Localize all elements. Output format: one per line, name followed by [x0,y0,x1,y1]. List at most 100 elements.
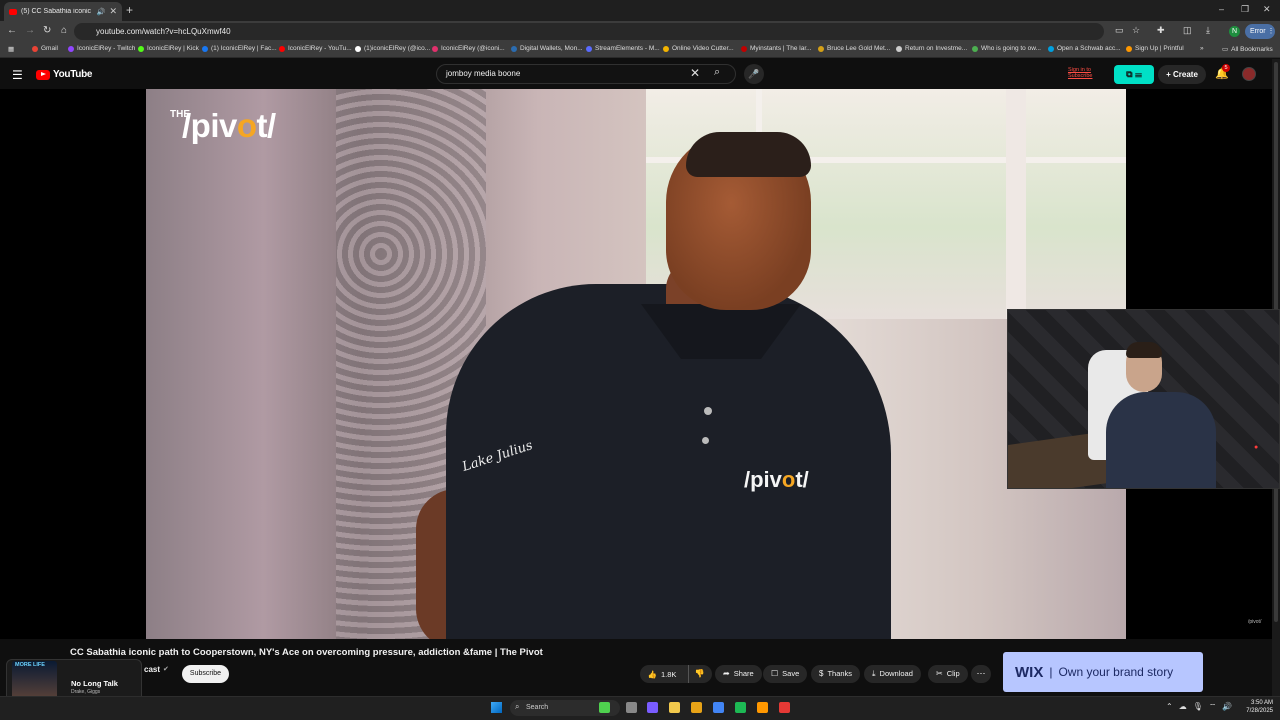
bookmark-label: Who is going to ow... [981,45,1041,52]
taskbar-app-icon[interactable] [599,702,610,713]
taskbar-app-icon[interactable] [691,702,702,713]
profile-avatar[interactable]: N [1229,26,1240,37]
split-view-icon[interactable]: ◫ [1183,25,1192,36]
action-label: Save [782,669,800,678]
back-icon[interactable]: ← [7,25,17,36]
tray-overflow-icon[interactable]: ⌃ [1166,702,1173,712]
thanks-icon: $ [819,669,824,678]
channel-name[interactable]: cast [144,665,160,674]
bookmark-item[interactable]: (1)iconicElRey (@ico... [355,45,430,52]
bookmark-label: Myinstants | The lar... [750,45,812,52]
wifi-icon[interactable]: ⌔ [1209,702,1217,712]
extension-button[interactable]: ⧉ ☰ [1114,65,1154,84]
microphone-icon[interactable]: 🎤 [744,64,764,84]
ad-banner[interactable]: WIX | Own your brand story [1003,652,1203,692]
menu-icon[interactable]: ☰ [12,68,23,82]
windows-start-icon[interactable] [491,702,502,713]
more-actions-button[interactable]: ⋯ [971,665,991,683]
forward-icon[interactable]: → [25,25,35,36]
share-button[interactable]: ➦ Share [715,665,762,683]
video-frame[interactable]: /pivot/ Lake Julius THE /pivot/ [146,89,1126,639]
bookmark-star-icon[interactable]: ☆ [1132,25,1140,36]
cast-icon[interactable]: ▭ [1115,25,1124,36]
error-label: Error [1250,28,1266,35]
taskbar-app-icon[interactable] [735,702,746,713]
bookmark-favicon-icon [202,45,208,52]
bookmark-item[interactable]: IconicElRey (@iconi... [432,45,505,52]
bookmark-item[interactable]: Who is going to ow... [972,45,1041,52]
bookmark-favicon-icon [511,45,517,52]
reload-icon[interactable]: ↻ [43,25,51,36]
bookmark-item[interactable]: Return on Investme... [896,45,967,52]
minimize-button[interactable]: – [1219,4,1224,14]
save-button[interactable]: ☐ Save [763,665,808,683]
save-icon: ☐ [771,669,779,678]
volume-icon[interactable]: 🔊 [1222,702,1232,712]
bookmark-item[interactable]: Sign Up | Printful [1126,45,1184,52]
thumbs-up-icon: 👍 [647,669,657,679]
taskbar-app-icon[interactable] [626,702,637,713]
youtube-logo-text: YouTube [53,69,93,80]
tray-app-icon[interactable]: ☁ [1179,702,1187,712]
bookmark-item[interactable]: Gmail [32,45,58,52]
bookmark-favicon-icon [355,45,361,52]
thanks-button[interactable]: $ Thanks [811,665,861,683]
bookmark-favicon-icon [432,45,438,52]
new-tab-button[interactable]: + [126,3,133,17]
pivot-logo-end: t/ [256,107,277,144]
clock-date[interactable]: 7/28/2025 [1242,708,1273,714]
bookmark-item[interactable]: (1) IconicElRey | Fac... [202,45,277,52]
clear-search-icon[interactable]: ✕ [690,66,700,80]
all-bookmarks-button[interactable]: ▭ All Bookmarks [1222,45,1273,54]
like-button[interactable]: 👍 1.8K [640,665,684,683]
album-art-label: MORE LIFE [15,662,45,668]
bookmark-item[interactable]: IconicElRey - YouTu... [279,45,352,52]
error-button[interactable]: Error ⋮ [1245,24,1275,39]
account-avatar[interactable] [1242,67,1256,81]
system-tray[interactable]: ⌃ ☁ 🎙 ⌔ 🔊 [1166,702,1232,712]
speaker-icon[interactable]: 🔊 [97,8,106,16]
taskbar-app-icon[interactable] [713,702,724,713]
dislike-button[interactable]: 👎 [688,665,710,683]
bookmark-item[interactable]: Myinstants | The lar... [741,45,812,52]
bookmarks-overflow-icon[interactable]: » [1200,45,1204,52]
download-button[interactable]: ⤓ Download [864,665,921,683]
tray-mic-icon[interactable]: 🎙 [1193,702,1203,712]
bookmark-item[interactable]: Open a Schwab acc... [1048,45,1121,52]
subscribe-button[interactable]: Subscribe [182,665,229,683]
signin-notice[interactable]: Sign in to Subscribe [1068,67,1112,79]
bookmark-item[interactable]: Online Video Cutter... [663,45,734,52]
video-title: CC Sabathia iconic path to Cooperstown, … [70,647,543,658]
bookmark-item[interactable]: Digital Wallets, Mon... [511,45,583,52]
browser-tab[interactable]: (5) CC Sabathia iconic path 🔊 ✕ [4,2,122,21]
bookmark-label: Gmail [41,45,58,52]
taskbar-app-icon[interactable] [647,702,658,713]
bookmark-favicon-icon [32,45,38,52]
extensions-icon[interactable]: ✚ [1157,25,1165,36]
taskbar-app-icon[interactable] [757,702,768,713]
address-bar[interactable]: youtube.com/watch?v=hcLQuXmwf40 [74,23,1104,40]
bookmark-label: Online Video Cutter... [672,45,734,52]
search-icon[interactable]: ⌕ [714,66,720,79]
youtube-logo[interactable]: YouTube [36,69,93,80]
clock-time[interactable]: 3:50 AM [1245,700,1273,706]
taskbar-app-icon[interactable] [669,702,680,713]
tab-title: (5) CC Sabathia iconic path [21,8,93,15]
bookmark-item[interactable]: StreamElements - M... [586,45,660,52]
create-button[interactable]: + Create [1158,65,1206,84]
maximize-button[interactable]: ❐ [1241,4,1249,15]
close-tab-icon[interactable]: ✕ [109,6,117,17]
taskbar-app-icon[interactable] [779,702,790,713]
bookmark-favicon-icon [972,45,978,52]
bookmark-item[interactable]: Bruce Lee Gold Met... [818,45,890,52]
bookmark-label: Open a Schwab acc... [1057,45,1121,52]
close-window-button[interactable]: ✕ [1263,4,1271,15]
apps-grid-icon[interactable]: ▦ [8,45,14,53]
bookmark-item[interactable]: IconicElRey - Twitch [68,45,135,52]
home-icon[interactable]: ⌂ [61,25,67,36]
share-icon: ➦ [723,669,730,678]
clip-button[interactable]: ✂ Clip [928,665,968,683]
bookmark-label: IconicElRey - YouTu... [288,45,352,52]
download-icon[interactable]: ⤓ [1206,25,1210,36]
bookmark-item[interactable]: IconicElRey | Kick [138,45,199,52]
